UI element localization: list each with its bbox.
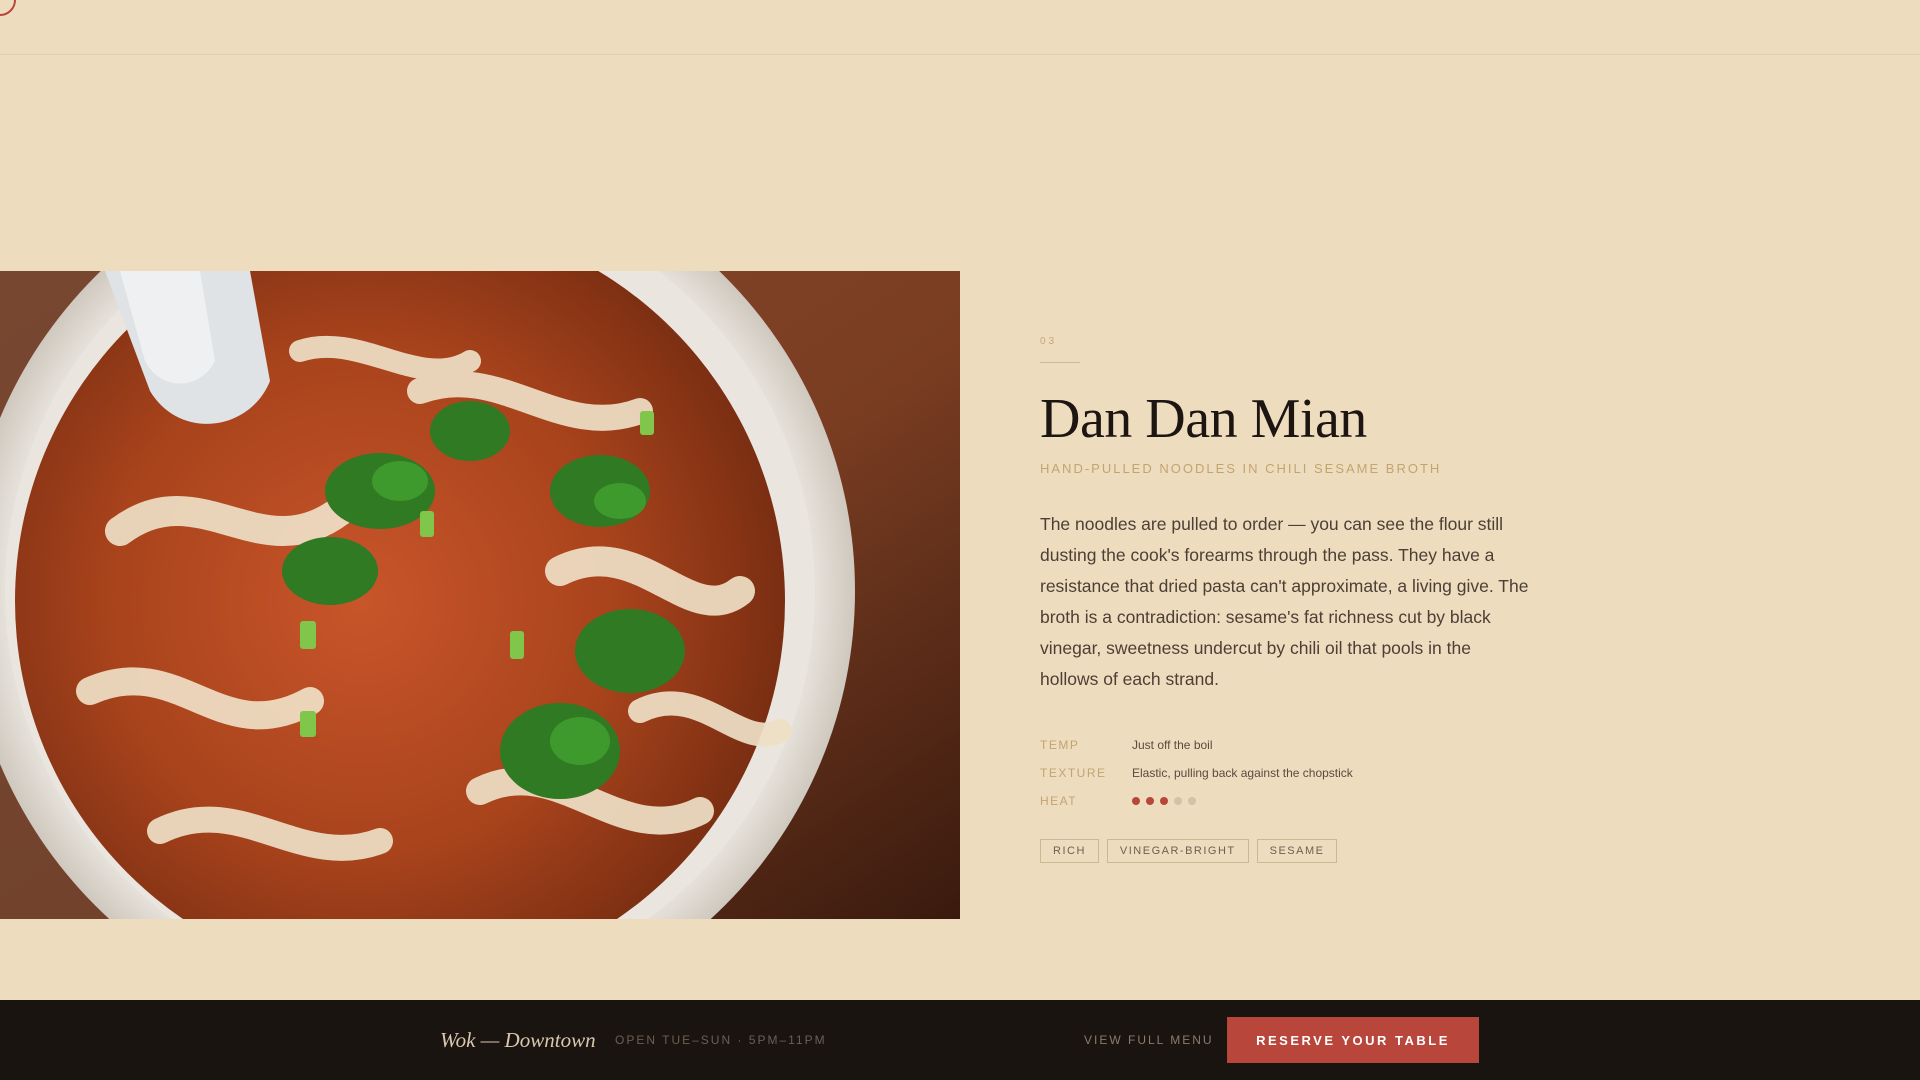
spec-value-texture: Elastic, pulling back against the chopst… <box>1132 766 1353 780</box>
dish-info: 03 Dan Dan Mian HAND-PULLED NOODLES IN C… <box>1040 336 1540 863</box>
spec-row-texture: TEXTURE Elastic, pulling back against th… <box>1040 759 1540 787</box>
dish-index: 03 <box>1040 336 1058 347</box>
dish-title: Dan Dan Mian <box>1040 388 1367 450</box>
flavor-tag: VINEGAR-BRIGHT <box>1106 839 1249 863</box>
flavor-tags: RICH VINEGAR-BRIGHT SESAME <box>1040 839 1540 863</box>
heat-dot-filled <box>1132 797 1140 805</box>
heat-dot-empty <box>1188 797 1196 805</box>
dish-description: The noodles are pulled to order — you ca… <box>1040 514 1529 689</box>
page: 03 Dan Dan Mian HAND-PULLED NOODLES IN C… <box>0 0 1920 1080</box>
index-divider <box>1040 362 1080 363</box>
footer-brand: Wok — Downtown <box>440 1028 596 1052</box>
spec-value-temp: Just off the boil <box>1132 738 1213 752</box>
flavor-tag: SESAME <box>1256 839 1338 863</box>
view-full-menu-link[interactable]: VIEW FULL MENU <box>1084 1033 1214 1047</box>
spec-label-heat: HEAT <box>1040 794 1078 808</box>
heat-dot-filled <box>1160 797 1168 805</box>
logo-mark-icon[interactable] <box>0 0 16 16</box>
top-bar <box>0 0 1920 55</box>
flavor-tag: RICH <box>1040 839 1099 863</box>
heat-level-indicator <box>1132 797 1196 805</box>
spec-row-temp: TEMP Just off the boil <box>1040 731 1540 759</box>
dish-specs: TEMP Just off the boil TEXTURE Elastic, … <box>1040 731 1540 815</box>
spec-label-temp: TEMP <box>1040 738 1080 752</box>
footer-bar: Wok — Downtown OPEN TUE–SUN · 5PM–11PM V… <box>0 1000 1920 1080</box>
footer-hours: OPEN TUE–SUN · 5PM–11PM <box>615 1033 827 1047</box>
dish-photo <box>0 271 960 919</box>
dish-subtitle: HAND-PULLED NOODLES IN CHILI SESAME BROT… <box>1040 461 1442 476</box>
heat-dot-empty <box>1174 797 1182 805</box>
heat-dot-filled <box>1146 797 1154 805</box>
reserve-table-button[interactable]: RESERVE YOUR TABLE <box>1227 1017 1479 1063</box>
spec-row-heat: HEAT <box>1040 787 1540 815</box>
spec-label-texture: TEXTURE <box>1040 766 1107 780</box>
